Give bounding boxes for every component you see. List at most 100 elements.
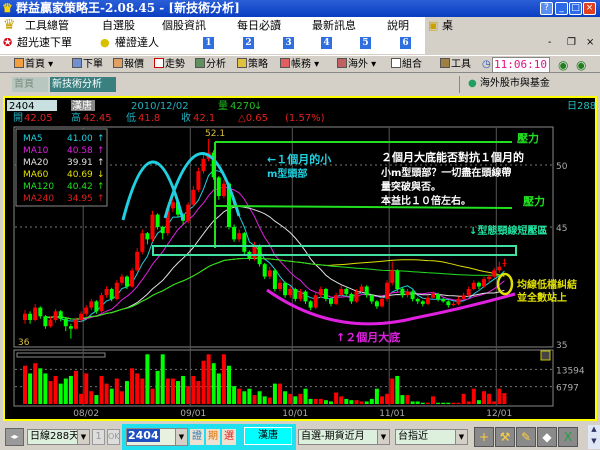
toolbar-analysis[interactable]: 分析 [195, 56, 226, 74]
candle-body [359, 286, 364, 292]
ok-button[interactable]: OK [107, 429, 120, 445]
pencil-icon[interactable]: ✎ [516, 427, 536, 447]
layout-3-button[interactable]: 3 [283, 37, 294, 49]
menu-watchlist[interactable]: 自選股 [102, 17, 135, 34]
layout-5-button[interactable]: 5 [360, 37, 371, 49]
volume-close-icon[interactable] [540, 350, 551, 361]
toolbar-strategy[interactable]: 策略 [237, 56, 268, 74]
candle-body [318, 289, 323, 296]
ma-legend-name: MA20 [23, 158, 49, 168]
candle-body [150, 214, 155, 240]
candle-body [441, 298, 446, 302]
option-button[interactable]: 選 [222, 429, 236, 445]
volume-bar [283, 391, 288, 404]
stock-button[interactable]: 證 [190, 429, 204, 445]
period-select[interactable]: 日線288天 ▼ [27, 429, 90, 445]
candle-body [364, 286, 369, 296]
menu-stock-info[interactable]: 個股資訊 [162, 17, 206, 34]
maximize-button[interactable]: □ [569, 2, 582, 15]
layout-4-button[interactable]: 4 [321, 37, 332, 49]
menu-news[interactable]: 最新訊息 [312, 17, 356, 34]
mdi-close[interactable]: × [586, 34, 594, 52]
toolbar-overseas[interactable]: 海外 ▾ [337, 56, 376, 74]
candle-body [160, 227, 165, 234]
resistance-label-2: 壓力 [523, 194, 545, 208]
futures-button[interactable]: 期 [206, 429, 220, 445]
volume-bar [400, 395, 405, 404]
candle-body [201, 158, 206, 172]
fast-order-link[interactable]: 超光速下單 [17, 34, 72, 52]
volume-bar [278, 383, 282, 404]
volume-bar [390, 378, 395, 404]
candle-body [288, 289, 293, 296]
eraser-icon[interactable]: ◆ [537, 427, 557, 447]
volume-bar [385, 393, 390, 404]
layout-1-button[interactable]: 1 [203, 37, 214, 49]
layout-6-button[interactable]: 6 [400, 37, 411, 49]
volume-bar [349, 400, 354, 404]
tab-home[interactable]: 首頁 [12, 77, 48, 92]
scroll-up-button[interactable]: ▲ [588, 425, 600, 437]
scroll-down-button[interactable]: ▼ [588, 437, 600, 449]
candle-body [344, 289, 349, 294]
ma-line-ma20 [45, 205, 505, 320]
volume-bar [313, 398, 318, 404]
menu-bar: ♛ 工具總管 自選股 個股資訊 每日必讀 最新訊息 說明 ▣ 桌面 [0, 17, 453, 49]
crown-icon: ♛ [2, 1, 13, 15]
window-title: 群益贏家策略王-2.08.45 - [新技術分析] [16, 1, 240, 15]
minimize-button[interactable]: _ [555, 2, 568, 15]
candle-body [436, 293, 441, 299]
volume-bar [405, 395, 410, 404]
volume-bar [38, 368, 43, 404]
toolbar-trend[interactable]: 走勢 [154, 56, 185, 74]
toolbar-portfolio[interactable]: 組合 [391, 56, 422, 74]
toolbar-order[interactable]: 下單 [72, 56, 103, 74]
warrant-link[interactable]: 權證達人 [115, 34, 159, 52]
volume-scroll-indicator[interactable] [16, 352, 106, 358]
menu-daily[interactable]: 每日必讀 [237, 17, 281, 34]
candle-body [446, 301, 451, 306]
crosshair-icon[interactable]: + [474, 427, 494, 447]
index-select[interactable]: 台指近 ▼ [395, 429, 468, 445]
overseas-funds-link[interactable]: ● 海外股市與基金 [459, 76, 550, 93]
toolbar-quote[interactable]: 報價 [113, 56, 144, 74]
main-note-line-1: ２個月大底能否對抗１個月的 [381, 150, 524, 164]
volume-bar [303, 388, 308, 404]
tab-bar: 首頁 新技術分析 ● 海外股市與基金 [0, 75, 600, 94]
menu-help[interactable]: 說明 [387, 17, 409, 34]
layout-2-button[interactable]: 2 [243, 37, 254, 49]
watchlist-select[interactable]: 自選-期貨近月 ▼ [298, 429, 390, 445]
count-input[interactable]: 1 [92, 429, 105, 445]
volume-bar [497, 388, 502, 404]
toolbar-home[interactable]: 首頁 ▾ [14, 56, 53, 74]
candle-body [43, 316, 48, 327]
mdi-minimize[interactable]: - [548, 34, 551, 52]
volume-bar [431, 396, 435, 404]
volume-bar [170, 378, 175, 404]
volume-bar [415, 401, 420, 404]
technical-chart[interactable]: 2404 漢唐 2010/12/02 量 4270 ↓ 日288 開 42.05… [5, 98, 595, 419]
menu-tools[interactable]: 工具總管 [25, 17, 69, 34]
volume-bar [216, 373, 221, 404]
ma-legend-value: 40.42 [67, 182, 93, 192]
date-tick-label: 11/01 [379, 409, 405, 419]
stock-name-box: 漢唐 [244, 427, 292, 445]
chevron-down-icon: ▼ [175, 429, 187, 445]
tab-technical-analysis[interactable]: 新技術分析 [50, 77, 116, 92]
panel-toggle-button[interactable]: ◂▸ [5, 428, 24, 446]
volume-bar [364, 401, 369, 404]
chevron-down-icon: ▼ [377, 430, 389, 444]
chevron-down-icon: ▼ [77, 430, 89, 444]
wrench-icon[interactable]: ⚒ [495, 427, 515, 447]
tools-icon [440, 58, 450, 68]
toolbar-account[interactable]: 帳務 ▾ [280, 56, 319, 74]
volume-bar [329, 401, 333, 404]
code-input[interactable]: 2404 ▼ [126, 428, 188, 446]
close-button[interactable]: × [583, 2, 596, 15]
volume-bar [323, 400, 328, 404]
help-button[interactable]: ? [540, 2, 553, 15]
mdi-restore[interactable]: ❐ [567, 34, 576, 52]
candle-body [308, 301, 313, 308]
excel-icon[interactable]: X [558, 427, 578, 447]
toolbar-tools[interactable]: 工具 [440, 56, 471, 74]
